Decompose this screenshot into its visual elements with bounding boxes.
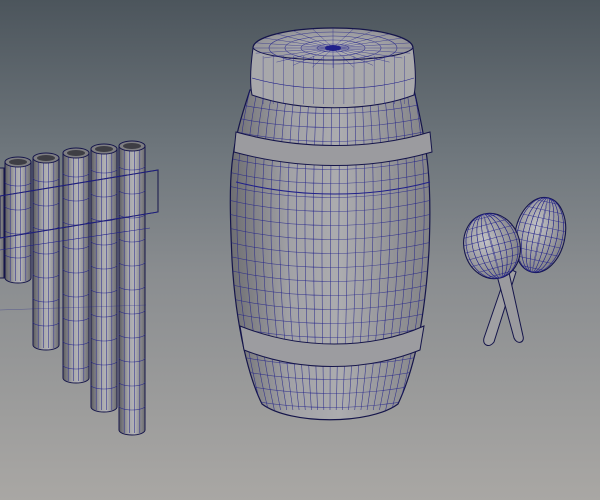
barrel-drum-mesh[interactable] xyxy=(220,27,440,422)
pan-flute-mesh[interactable] xyxy=(0,140,159,436)
3d-viewport[interactable] xyxy=(0,0,600,500)
maracas-mesh[interactable] xyxy=(456,193,572,346)
scene-canvas[interactable] xyxy=(0,0,600,500)
